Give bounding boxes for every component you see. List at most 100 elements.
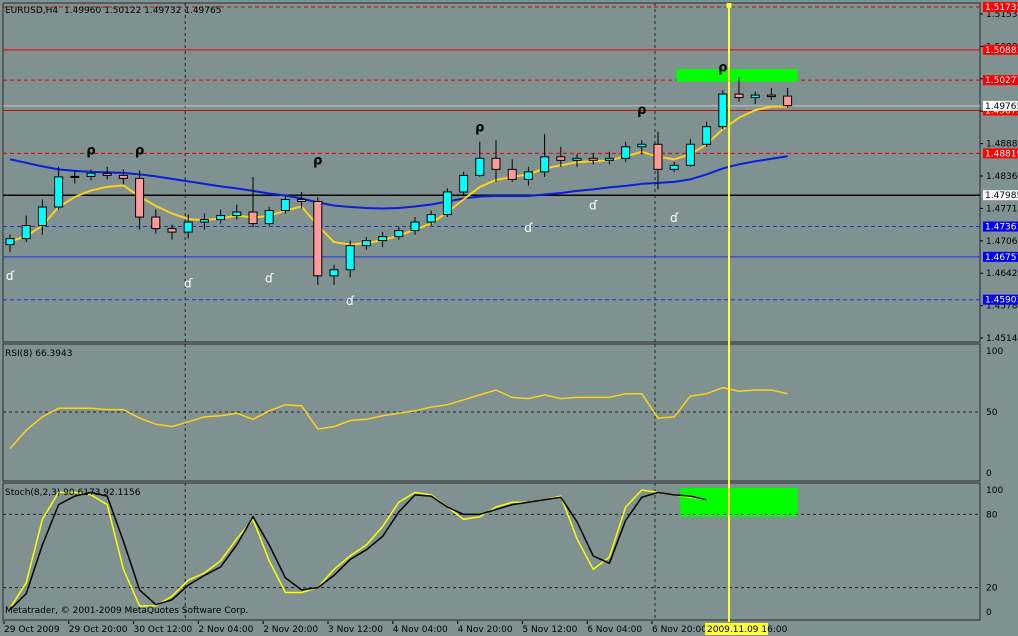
candle-bull — [280, 198, 290, 212]
stochastic-zone-box — [680, 488, 798, 517]
time-axis-label: 3 Nov 12:00 — [328, 625, 383, 635]
candle-bear — [734, 93, 744, 99]
symbol-title: EURUSD,H4 — [5, 6, 58, 16]
fractal-down-marker: ɗ — [670, 211, 679, 225]
candle-bear — [588, 157, 598, 161]
rsi-tick-label: 50 — [986, 408, 998, 418]
candle — [442, 188, 452, 218]
price-tag-label: 1.46757 — [985, 253, 1018, 263]
stochastic-tick-label: 0 — [986, 608, 992, 618]
cursor-handle[interactable] — [726, 3, 732, 8]
candle — [313, 196, 323, 285]
candle-bull — [21, 225, 31, 240]
resistance-zone-box — [676, 68, 798, 82]
candle-bull — [183, 221, 193, 233]
fractal-up-marker: ρ — [637, 103, 646, 118]
candle-bull — [750, 94, 760, 99]
stochastic-tick-label: 80 — [986, 510, 998, 520]
price-tag-label: 1.45903 — [985, 296, 1018, 306]
time-axis-label: 6 Nov 20:00 — [652, 625, 707, 635]
price-tag-label: 1.47361 — [985, 223, 1018, 233]
fractal-down-marker: ɗ — [524, 221, 533, 235]
price-tag-label: 1.47985 — [985, 191, 1018, 201]
time-axis-label: 4 Nov 04:00 — [393, 625, 448, 635]
stochastic-tick-label: 20 — [986, 584, 998, 594]
candle — [718, 90, 728, 130]
candle-bull — [378, 236, 388, 242]
candle-bull — [264, 210, 274, 225]
fractal-up-marker: ρ — [718, 60, 727, 75]
candle-bear — [507, 168, 517, 180]
candle-bear — [135, 177, 145, 218]
resistance-zone — [676, 68, 798, 82]
candle-bull — [426, 214, 436, 223]
candle-bull — [669, 164, 679, 170]
candle-bull — [394, 230, 404, 238]
candle-bull — [5, 238, 15, 246]
candle-bull — [523, 171, 533, 180]
time-axis-label: 5 Nov 12:00 — [522, 625, 577, 635]
candle-bear — [313, 200, 323, 277]
candle-bear — [102, 172, 112, 176]
candle-bull — [442, 191, 452, 216]
fractal-down-marker: ɗ — [589, 199, 598, 213]
candle-bull — [232, 211, 242, 217]
time-axis-label: 30 Oct 12:00 — [134, 625, 193, 635]
candle-bull — [718, 93, 728, 128]
candle-bull — [70, 175, 80, 178]
candle-bull — [329, 269, 339, 277]
candle-bull — [54, 176, 64, 208]
candle-bear — [248, 211, 258, 225]
candle — [459, 171, 469, 195]
candle-bull — [540, 156, 550, 173]
price-tag-label: 1.51735 — [985, 3, 1018, 13]
time-axis-label: 29 Oct 20:00 — [69, 625, 128, 635]
price-tick-label: 1.48880 — [986, 140, 1018, 150]
candle-bear — [653, 143, 663, 170]
rsi-tick-label: 0 — [986, 469, 992, 479]
price-tag-label: 1.50277 — [985, 76, 1018, 86]
candle-bear — [167, 228, 177, 233]
stochastic-tick-label: 100 — [986, 486, 1003, 496]
mt4-chart-window[interactable]: ρρρρρρɗɗɗɗɗɗɗ 1.515301.508801.502001.495… — [0, 0, 1018, 636]
candle-bull — [459, 174, 469, 193]
candle-bull — [345, 245, 355, 271]
candle-bear — [118, 174, 128, 179]
rsi-title: RSI(8) 66.3943 — [5, 349, 72, 359]
rsi-tick-label: 100 — [986, 347, 1003, 357]
price-tick-label: 1.47710 — [986, 204, 1018, 214]
price-tick-label: 1.45140 — [986, 334, 1018, 344]
candle-bear — [491, 157, 501, 170]
candle-bull — [216, 215, 226, 221]
candle-bear — [297, 198, 307, 202]
price-tick-label: 1.46420 — [986, 269, 1018, 279]
candle-bull — [475, 157, 485, 176]
candle-bull — [572, 157, 582, 161]
candle-bull — [604, 157, 614, 161]
fractal-up-marker: ρ — [475, 121, 484, 136]
time-axis-label: 29 Oct 2009 — [4, 625, 60, 635]
time-axis-label: 6 Nov 04:00 — [587, 625, 642, 635]
stochastic-title: Stoch(8,2,3) 90.6173 92.1156 — [5, 488, 141, 498]
copyright-text: Metatrader, © 2001-2009 MetaQuotes Softw… — [5, 606, 248, 616]
candle-bear — [766, 94, 776, 98]
fractal-up-marker: ρ — [313, 153, 322, 168]
candle-bear — [151, 216, 161, 230]
cursor-time-label: 2009.11.09 16:00 — [707, 625, 788, 635]
candle-bull — [37, 206, 47, 227]
current-price-tag-label: 1.49765 — [985, 102, 1018, 112]
candle-bull — [199, 219, 209, 223]
price-tick-label: 1.48360 — [986, 172, 1018, 182]
candle-bear — [783, 95, 793, 107]
time-axis-label: 4 Nov 20:00 — [458, 625, 513, 635]
fractal-up-marker: ρ — [86, 143, 95, 158]
time-axis-label: 2 Nov 20:00 — [263, 625, 318, 635]
candle-bull — [621, 146, 631, 159]
candle-bull — [685, 143, 695, 166]
price-tick-label: 1.47060 — [986, 237, 1018, 247]
candle-bull — [86, 172, 96, 177]
chart-background — [0, 0, 1018, 636]
fractal-down-marker: ɗ — [184, 276, 193, 290]
candle-bull — [410, 221, 420, 232]
fractal-down-marker: ɗ — [265, 271, 274, 285]
